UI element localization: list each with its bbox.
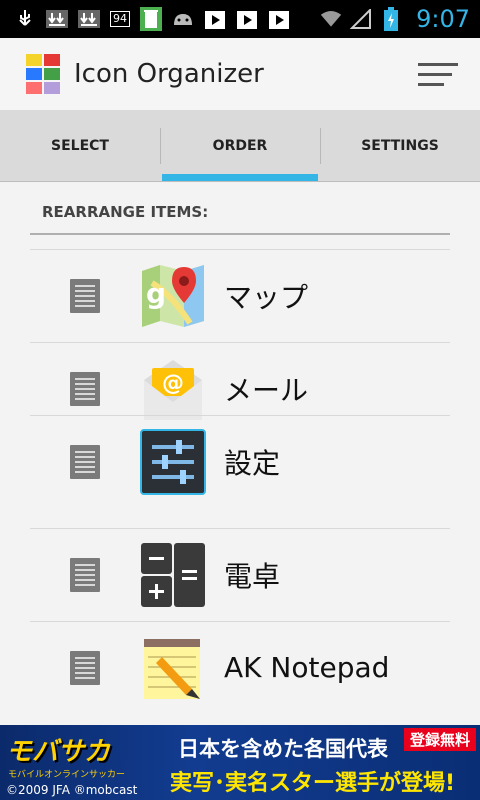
signal-icon xyxy=(350,8,372,30)
list-item[interactable]: AK Notepad xyxy=(30,621,450,713)
download-icon xyxy=(78,8,100,30)
mail-icon: @ xyxy=(140,356,206,422)
ad-tag: 登録無料 xyxy=(403,728,476,751)
play-store-icon xyxy=(236,8,258,30)
trash-icon xyxy=(140,7,162,31)
tab-select[interactable]: SELECT xyxy=(0,110,160,181)
ad-copyright: ©2009 JFA ®mobcast xyxy=(6,783,138,797)
settings-icon xyxy=(140,428,206,495)
menu-line xyxy=(418,62,458,66)
download-icon xyxy=(46,8,68,30)
rearrange-list: REARRANGE ITEMS: g マップ @ メール 設定 電卓 AK No… xyxy=(0,183,480,725)
android-icon xyxy=(172,8,194,30)
calculator-icon xyxy=(140,542,206,608)
drag-handle-icon[interactable] xyxy=(70,278,100,313)
app-logo-icon xyxy=(26,54,60,94)
usb-icon xyxy=(14,8,36,30)
notification-badge: 94 xyxy=(110,11,130,27)
maps-icon: g xyxy=(140,263,206,329)
tab-settings[interactable]: SETTINGS xyxy=(320,110,480,181)
list-item[interactable]: 電卓 xyxy=(30,528,450,620)
section-header: REARRANGE ITEMS: xyxy=(30,203,450,235)
item-label: 電卓 xyxy=(224,559,281,593)
ad-banner[interactable]: モバサカ モバイルオンラインサッカー ©2009 JFA ®mobcast 日本… xyxy=(0,725,480,800)
item-label: 設定 xyxy=(224,446,281,480)
play-store-icon xyxy=(268,8,290,30)
svg-text:g: g xyxy=(146,277,166,310)
overflow-menu-button[interactable] xyxy=(418,58,458,90)
ad-headline: 日本を含めた各国代表 xyxy=(178,737,388,761)
tab-order[interactable]: ORDER xyxy=(160,110,320,181)
menu-line xyxy=(418,82,444,86)
ad-logo-sub: モバイルオンラインサッカー xyxy=(8,770,126,780)
drag-handle-icon[interactable] xyxy=(70,557,100,592)
list-item[interactable]: g マップ xyxy=(30,249,450,341)
list-item[interactable]: 設定 xyxy=(30,415,450,507)
item-label: マップ xyxy=(224,280,309,314)
menu-line xyxy=(418,72,452,76)
ad-logo: モバサカ xyxy=(6,737,111,767)
action-bar: Icon Organizer xyxy=(0,38,480,110)
ad-subheadline: 実写･実名スター選手が登場! xyxy=(170,771,456,796)
play-store-icon xyxy=(204,8,226,30)
battery-charging-icon xyxy=(380,7,402,31)
status-clock: 9:07 xyxy=(416,5,470,33)
item-label: メール xyxy=(224,373,309,407)
app-title: Icon Organizer xyxy=(74,59,264,89)
notepad-icon xyxy=(140,635,206,701)
wifi-icon xyxy=(320,8,342,30)
status-bar: 94 9:07 xyxy=(0,0,480,38)
drag-handle-icon[interactable] xyxy=(70,650,100,685)
drag-handle-icon[interactable] xyxy=(70,444,100,479)
tab-bar: SELECT ORDER SETTINGS xyxy=(0,110,480,182)
item-label: AK Notepad xyxy=(224,651,390,684)
drag-handle-icon[interactable] xyxy=(70,371,100,406)
svg-text:@: @ xyxy=(162,371,184,396)
